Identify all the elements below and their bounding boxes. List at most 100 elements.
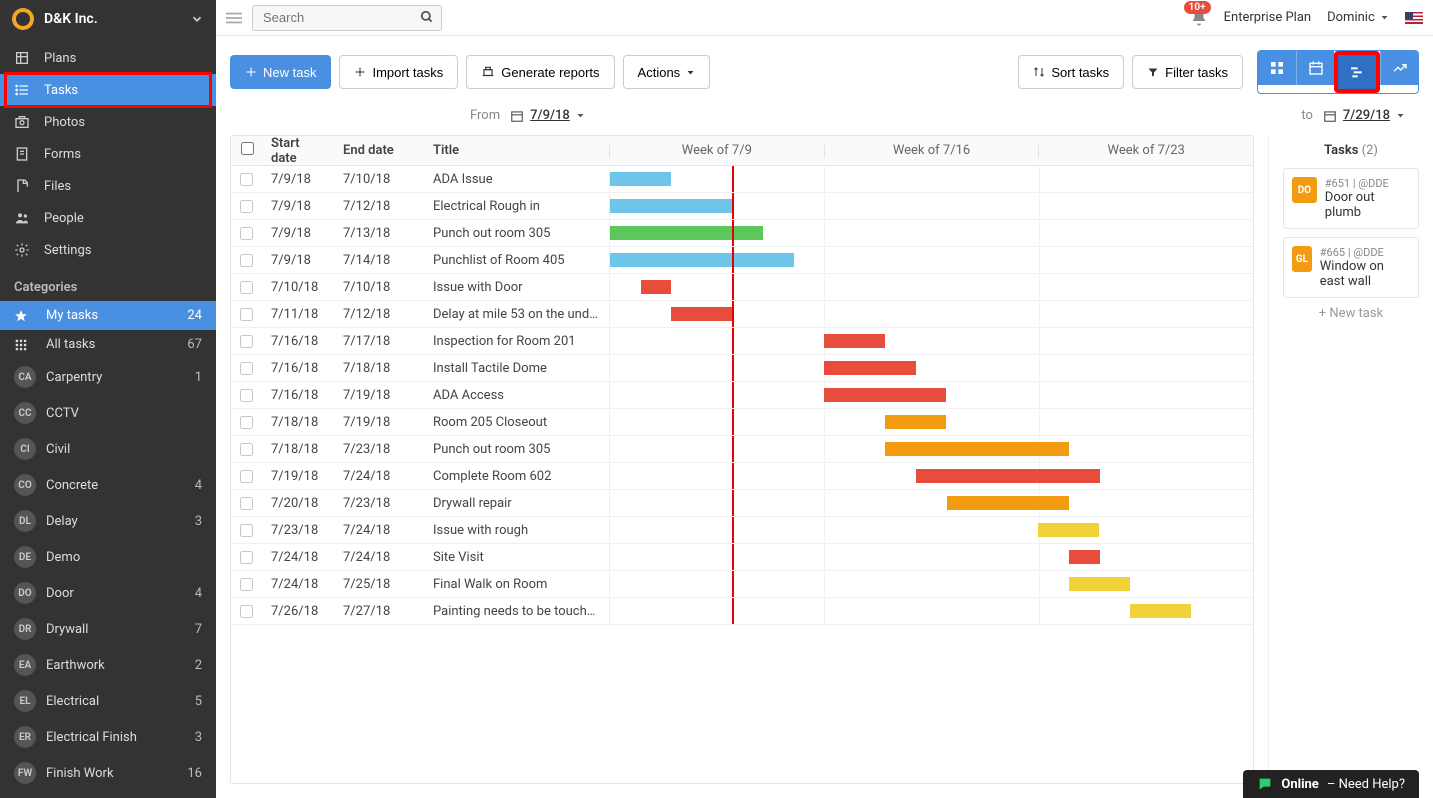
from-date-picker[interactable]: 7/9/18 bbox=[530, 108, 570, 123]
task-row[interactable]: 7/16/18 7/17/18 Inspection for Room 201 bbox=[231, 328, 1253, 355]
view-chart-button[interactable] bbox=[1380, 51, 1418, 85]
col-title[interactable]: Title bbox=[423, 143, 609, 158]
nav-plans[interactable]: Plans bbox=[0, 42, 216, 74]
to-date-picker[interactable]: 7/29/18 bbox=[1343, 108, 1390, 123]
gantt-bar[interactable] bbox=[947, 496, 1069, 510]
task-row[interactable]: 7/24/18 7/24/18 Site Visit bbox=[231, 544, 1253, 571]
row-checkbox[interactable] bbox=[240, 335, 253, 348]
search-icon[interactable] bbox=[420, 10, 434, 24]
col-end[interactable]: End date bbox=[333, 143, 423, 158]
task-row[interactable]: 7/9/18 7/14/18 Punchlist of Room 405 bbox=[231, 247, 1253, 274]
row-checkbox[interactable] bbox=[240, 308, 253, 321]
row-checkbox[interactable] bbox=[240, 497, 253, 510]
row-checkbox[interactable] bbox=[240, 362, 253, 375]
new-task-button[interactable]: New task bbox=[230, 55, 331, 89]
task-row[interactable]: 7/18/18 7/19/18 Room 205 Closeout bbox=[231, 409, 1253, 436]
category-flooring[interactable]: FLFlooring bbox=[0, 791, 216, 798]
gantt-bar[interactable] bbox=[824, 334, 885, 348]
nav-settings[interactable]: Settings bbox=[0, 234, 216, 266]
gantt-bar[interactable] bbox=[824, 388, 946, 402]
row-checkbox[interactable] bbox=[240, 470, 253, 483]
task-row[interactable]: 7/9/18 7/10/18 ADA Issue bbox=[231, 166, 1253, 193]
import-tasks-button[interactable]: Import tasks bbox=[339, 55, 458, 89]
category-cctv[interactable]: CCCCTV bbox=[0, 395, 216, 431]
gantt-bar[interactable] bbox=[1130, 604, 1191, 618]
plan-link[interactable]: Enterprise Plan bbox=[1224, 10, 1311, 25]
gantt-bar[interactable] bbox=[916, 469, 1100, 483]
menu-toggle-icon[interactable] bbox=[226, 11, 242, 25]
view-grid-button[interactable] bbox=[1258, 51, 1296, 85]
task-card[interactable]: GL #665 | @DDE Window on east wall bbox=[1283, 237, 1419, 298]
category-earthwork[interactable]: EAEarthwork2 bbox=[0, 647, 216, 683]
category-carpentry[interactable]: CACarpentry1 bbox=[0, 359, 216, 395]
gantt-bar[interactable] bbox=[885, 415, 946, 429]
row-checkbox[interactable] bbox=[240, 254, 253, 267]
row-checkbox[interactable] bbox=[240, 173, 253, 186]
locale-flag-icon[interactable] bbox=[1405, 12, 1423, 24]
gantt-bar[interactable] bbox=[671, 307, 732, 321]
row-checkbox[interactable] bbox=[240, 551, 253, 564]
search-input[interactable] bbox=[252, 5, 442, 31]
task-row[interactable]: 7/18/18 7/23/18 Punch out room 305 bbox=[231, 436, 1253, 463]
task-row[interactable]: 7/19/18 7/24/18 Complete Room 602 bbox=[231, 463, 1253, 490]
sort-tasks-button[interactable]: Sort tasks bbox=[1018, 55, 1124, 89]
gantt-bar[interactable] bbox=[641, 280, 672, 294]
gantt-bar[interactable] bbox=[610, 199, 732, 213]
category-finish-work[interactable]: FWFinish Work16 bbox=[0, 755, 216, 791]
category-civil[interactable]: CICivil bbox=[0, 431, 216, 467]
task-row[interactable]: 7/24/18 7/25/18 Final Walk on Room bbox=[231, 571, 1253, 598]
category-door[interactable]: DODoor4 bbox=[0, 575, 216, 611]
gantt-bar[interactable] bbox=[885, 442, 1069, 456]
row-checkbox[interactable] bbox=[240, 578, 253, 591]
row-checkbox[interactable] bbox=[240, 227, 253, 240]
nav-people[interactable]: People bbox=[0, 202, 216, 234]
gantt-bar[interactable] bbox=[824, 361, 916, 375]
task-row[interactable]: 7/9/18 7/12/18 Electrical Rough in bbox=[231, 193, 1253, 220]
help-chat-widget[interactable]: Online – Need Help? bbox=[1243, 770, 1419, 798]
category-demo[interactable]: DEDemo bbox=[0, 539, 216, 575]
row-checkbox[interactable] bbox=[240, 200, 253, 213]
row-checkbox[interactable] bbox=[240, 389, 253, 402]
category-delay[interactable]: DLDelay3 bbox=[0, 503, 216, 539]
gantt-bar[interactable] bbox=[610, 226, 763, 240]
row-checkbox[interactable] bbox=[240, 605, 253, 618]
row-checkbox[interactable] bbox=[240, 524, 253, 537]
notifications-button[interactable]: 10+ bbox=[1190, 9, 1208, 27]
category-electrical[interactable]: ELElectrical5 bbox=[0, 683, 216, 719]
task-row[interactable]: 7/16/18 7/19/18 ADA Access bbox=[231, 382, 1253, 409]
category-all-tasks[interactable]: All tasks67 bbox=[0, 330, 216, 359]
task-row[interactable]: 7/20/18 7/23/18 Drywall repair bbox=[231, 490, 1253, 517]
nav-files[interactable]: Files bbox=[0, 170, 216, 202]
gantt-bar[interactable] bbox=[1069, 550, 1100, 564]
task-row[interactable]: 7/9/18 7/13/18 Punch out room 305 bbox=[231, 220, 1253, 247]
nav-photos[interactable]: Photos bbox=[0, 106, 216, 138]
view-gantt-button[interactable] bbox=[1338, 55, 1376, 89]
user-menu[interactable]: Dominic bbox=[1327, 10, 1389, 25]
col-start[interactable]: Start date bbox=[261, 136, 333, 166]
select-all-checkbox[interactable] bbox=[241, 142, 254, 155]
nav-forms[interactable]: Forms bbox=[0, 138, 216, 170]
category-electrical-finish[interactable]: ERElectrical Finish3 bbox=[0, 719, 216, 755]
org-switcher[interactable]: D&K Inc. bbox=[0, 0, 216, 38]
category-concrete[interactable]: COConcrete4 bbox=[0, 467, 216, 503]
category-drywall[interactable]: DRDrywall7 bbox=[0, 611, 216, 647]
gantt-bar[interactable] bbox=[1069, 577, 1130, 591]
category-my-tasks[interactable]: My tasks24 bbox=[0, 301, 216, 330]
new-task-link[interactable]: + New task bbox=[1283, 306, 1419, 321]
generate-reports-button[interactable]: Generate reports bbox=[466, 55, 614, 89]
row-checkbox[interactable] bbox=[240, 443, 253, 456]
actions-dropdown[interactable]: Actions bbox=[623, 55, 711, 89]
task-row[interactable]: 7/16/18 7/18/18 Install Tactile Dome bbox=[231, 355, 1253, 382]
gantt-bar[interactable] bbox=[610, 253, 794, 267]
task-row[interactable]: 7/11/18 7/12/18 Delay at mile 53 on the … bbox=[231, 301, 1253, 328]
task-card[interactable]: DO #651 | @DDE Door out plumb bbox=[1283, 168, 1419, 229]
nav-tasks[interactable]: Tasks bbox=[0, 74, 216, 106]
gantt-bar[interactable] bbox=[610, 172, 671, 186]
task-row[interactable]: 7/26/18 7/27/18 Painting needs to be tou… bbox=[231, 598, 1253, 625]
task-row[interactable]: 7/23/18 7/24/18 Issue with rough bbox=[231, 517, 1253, 544]
task-row[interactable]: 7/10/18 7/10/18 Issue with Door bbox=[231, 274, 1253, 301]
row-checkbox[interactable] bbox=[240, 416, 253, 429]
row-checkbox[interactable] bbox=[240, 281, 253, 294]
filter-tasks-button[interactable]: Filter tasks bbox=[1132, 55, 1243, 89]
gantt-bar[interactable] bbox=[1038, 523, 1099, 537]
